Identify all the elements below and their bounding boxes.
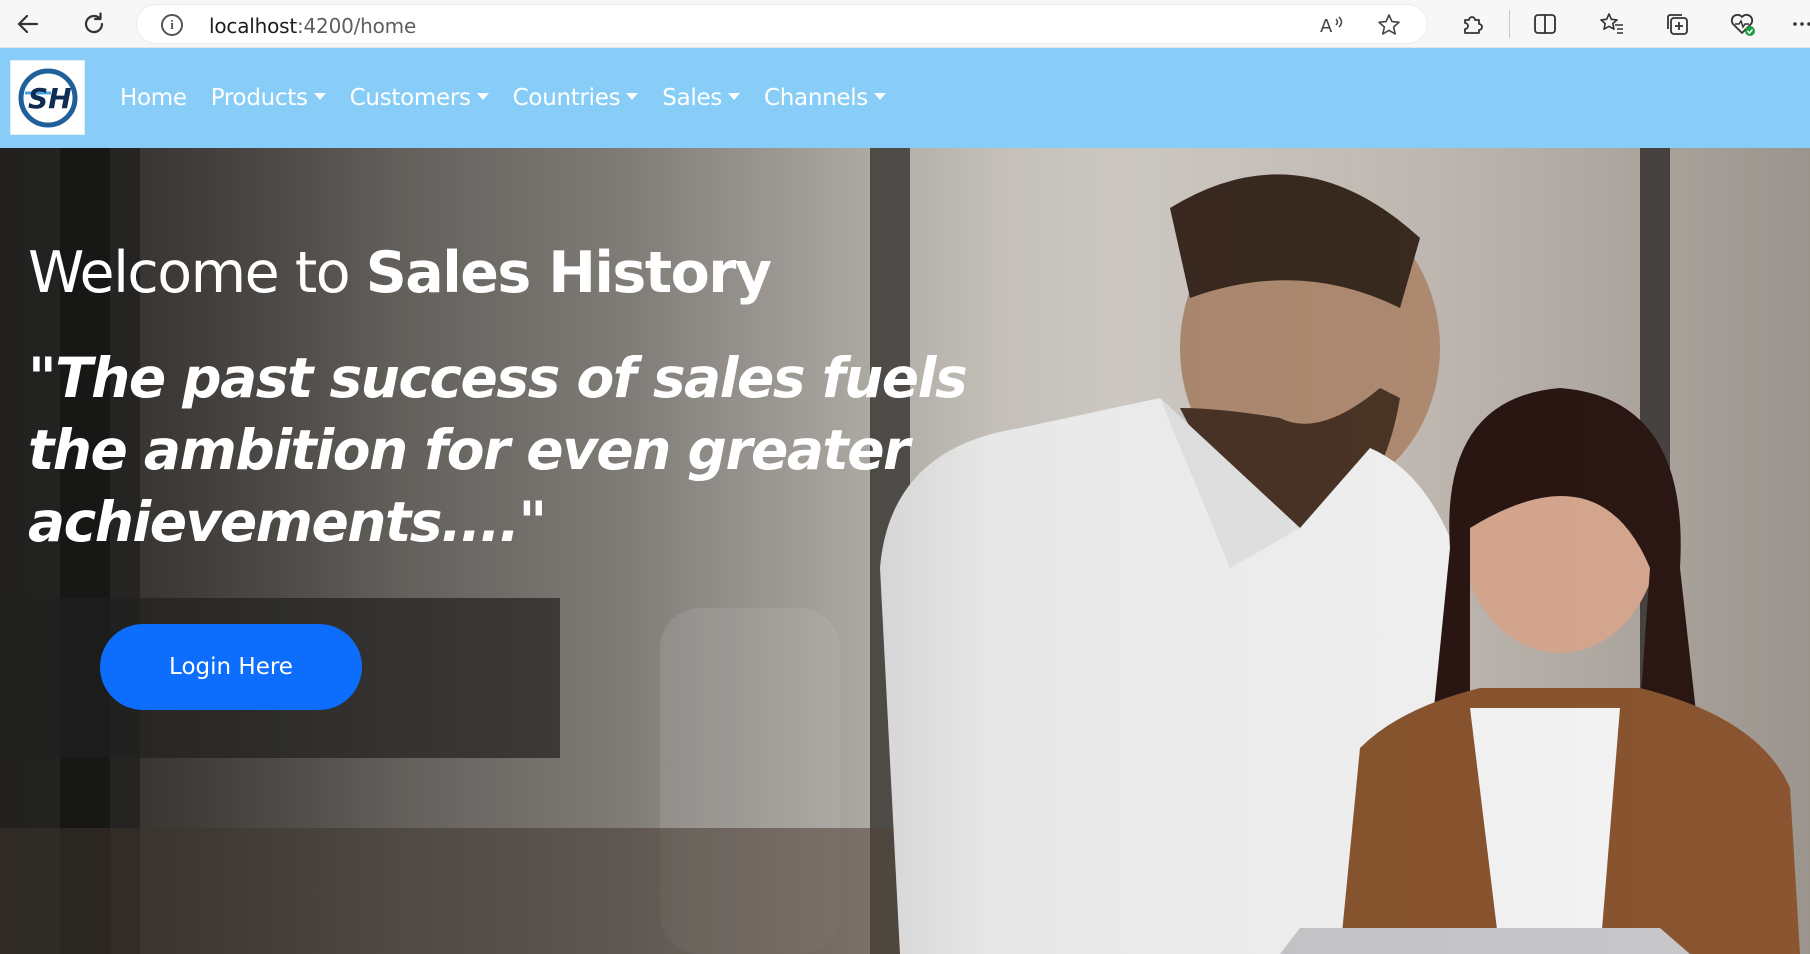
nav-item-customers[interactable]: Customers xyxy=(350,85,489,111)
back-icon[interactable] xyxy=(10,6,46,42)
nav-item-label: Sales xyxy=(662,85,722,111)
nav-links: Home Products Customers Countries Sales … xyxy=(120,48,910,148)
svg-text:SH: SH xyxy=(28,82,72,115)
caret-down-icon xyxy=(313,92,326,100)
caret-down-icon xyxy=(476,92,489,100)
nav-item-label: Customers xyxy=(349,85,471,111)
address-bar[interactable]: i localhost:4200/home A xyxy=(136,4,1428,44)
login-button[interactable]: Login Here xyxy=(100,624,362,710)
svg-text:A: A xyxy=(1320,16,1333,37)
browser-health-icon[interactable] xyxy=(1724,6,1760,42)
read-aloud-icon[interactable]: A xyxy=(1319,13,1343,37)
nav-item-label: Products xyxy=(210,85,308,111)
address-url[interactable]: localhost:4200/home xyxy=(209,14,416,38)
nav-item-home[interactable]: Home xyxy=(120,85,187,111)
hero-quote: "The past success of sales fuels the amb… xyxy=(28,346,968,554)
nav-item-countries[interactable]: Countries xyxy=(513,85,639,111)
welcome-heading: Welcome to Sales History xyxy=(28,240,772,306)
info-icon[interactable]: i xyxy=(161,14,183,36)
hero-section: Welcome to Sales History "The past succe… xyxy=(0,148,1810,954)
navbar: SH Home Products Customers Countries Sal… xyxy=(0,48,1810,148)
caret-down-icon xyxy=(626,92,639,100)
toolbar-separator xyxy=(1509,10,1510,38)
nav-item-products[interactable]: Products xyxy=(211,85,326,111)
extensions-icon[interactable] xyxy=(1454,6,1490,42)
caret-down-icon xyxy=(727,92,740,100)
brand-name: Sales History xyxy=(365,240,772,306)
favorites-icon[interactable] xyxy=(1594,6,1630,42)
browser-toolbar: i localhost:4200/home A xyxy=(0,0,1810,48)
nav-item-sales[interactable]: Sales xyxy=(662,85,740,111)
caret-down-icon xyxy=(874,92,886,100)
reload-icon[interactable] xyxy=(76,6,112,42)
nav-item-label: Channels xyxy=(763,85,868,111)
welcome-prefix: Welcome to xyxy=(28,240,366,306)
split-screen-icon[interactable] xyxy=(1527,6,1563,42)
favorite-star-icon[interactable] xyxy=(1377,13,1401,37)
logo[interactable]: SH xyxy=(10,60,85,135)
nav-item-label: Countries xyxy=(512,85,621,111)
logo-icon: SH xyxy=(18,68,78,128)
url-path: :4200/home xyxy=(296,14,417,38)
more-icon[interactable] xyxy=(1784,6,1810,42)
nav-item-label: Home xyxy=(120,85,187,111)
nav-item-channels[interactable]: Channels xyxy=(764,85,886,111)
url-host: localhost xyxy=(209,14,297,38)
collections-icon[interactable] xyxy=(1659,6,1695,42)
